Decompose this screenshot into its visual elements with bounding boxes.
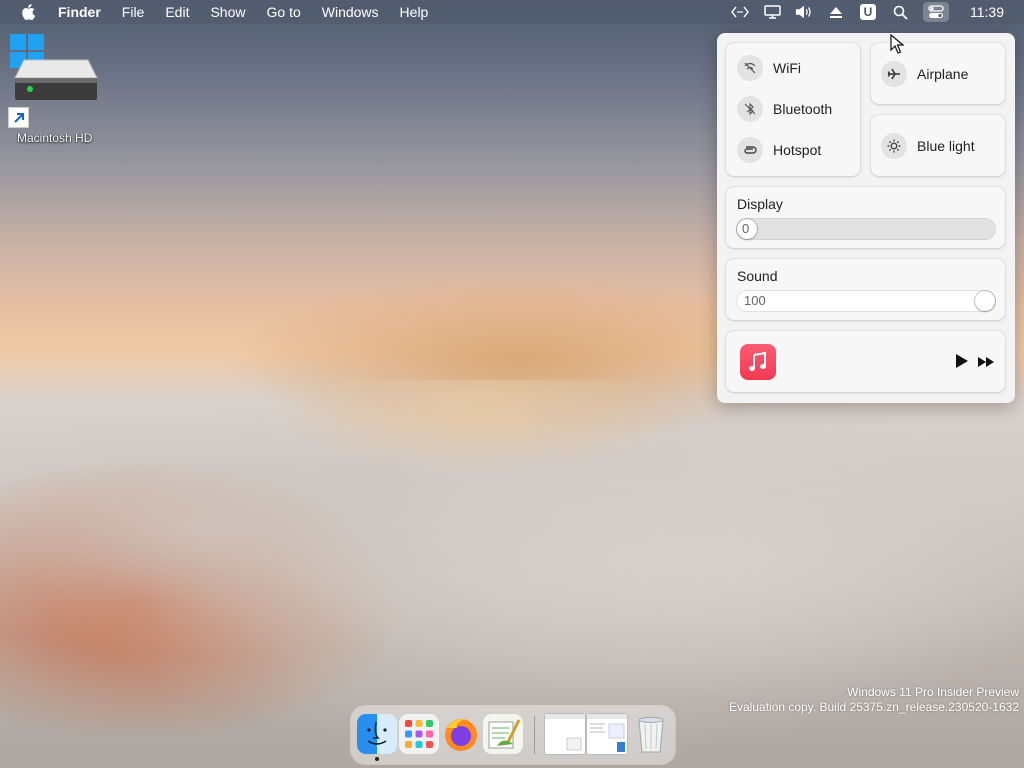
mouse-cursor-icon [890, 33, 905, 59]
u-icon[interactable]: U [859, 3, 877, 21]
hotspot-icon [737, 137, 763, 163]
text-editor-icon[interactable] [483, 714, 523, 754]
hotspot-toggle[interactable]: Hotspot [737, 137, 821, 163]
window-thumbnail-icon-2[interactable] [587, 714, 627, 754]
eject-icon[interactable] [827, 3, 845, 21]
apple-menu-icon[interactable] [21, 4, 37, 20]
menu-go-to[interactable]: Go to [267, 4, 301, 20]
search-icon[interactable] [891, 3, 909, 21]
next-track-button[interactable] [977, 355, 995, 373]
control-center-panel: WiFi Bluetooth Hotspot Airplane Blue lig… [717, 33, 1015, 403]
windows-watermark: Windows 11 Pro Insider Preview Evaluatio… [729, 685, 1019, 715]
u-badge: U [860, 4, 876, 20]
blue-light-label: Blue light [917, 138, 975, 154]
hard-drive-icon[interactable] [14, 58, 98, 102]
display-icon[interactable] [763, 3, 781, 21]
finder-icon[interactable] [357, 714, 397, 754]
hotspot-label: Hotspot [773, 142, 822, 158]
menu-help[interactable]: Help [400, 4, 429, 20]
airplane-icon [881, 61, 907, 87]
window-thumbnail-icon[interactable] [545, 714, 585, 754]
menu-file[interactable]: File [122, 4, 145, 20]
bluetooth-toggle[interactable]: Bluetooth [737, 96, 832, 122]
dock [351, 706, 675, 764]
sound-slider-thumb[interactable] [975, 291, 995, 311]
control-center-icon[interactable] [923, 2, 949, 22]
sound-title: Sound [737, 268, 778, 284]
play-button[interactable] [955, 353, 969, 374]
finder-running-dot [375, 757, 379, 761]
menu-edit[interactable]: Edit [165, 4, 189, 20]
display-title: Display [737, 196, 783, 212]
music-app-icon[interactable] [740, 344, 776, 380]
bluetooth-label: Bluetooth [773, 101, 833, 117]
display-value: 0 [742, 221, 750, 236]
menu-windows[interactable]: Windows [322, 4, 379, 20]
status-area: U 11:39 [724, 0, 1024, 24]
watermark-line-2: Evaluation copy. Build 25375.zn_release.… [729, 700, 1019, 714]
volume-icon[interactable] [795, 3, 813, 21]
bluetooth-off-icon [737, 96, 763, 122]
code-icon[interactable] [731, 3, 749, 21]
dock-separator [534, 716, 535, 754]
wifi-toggle[interactable]: WiFi [737, 55, 801, 81]
sun-icon [881, 133, 907, 159]
wifi-label: WiFi [773, 60, 801, 76]
menu-bar: Finder File Edit Show Go to Windows Help… [0, 0, 1024, 24]
desktop-icon-label[interactable]: Macintosh HD [17, 131, 92, 145]
trash-icon[interactable] [631, 714, 671, 754]
menu-app-name[interactable]: Finder [58, 4, 101, 20]
sound-volume-slider[interactable]: 100 [736, 290, 996, 312]
firefox-icon[interactable] [441, 714, 481, 754]
airplane-toggle[interactable]: Airplane [881, 61, 968, 87]
menu-show[interactable]: Show [210, 4, 245, 20]
display-brightness-slider[interactable]: 0 [736, 218, 996, 240]
watermark-line-1: Windows 11 Pro Insider Preview [847, 685, 1019, 699]
launchpad-icon[interactable] [399, 714, 439, 754]
menu-clock[interactable]: 11:39 [970, 4, 1004, 20]
airplane-label: Airplane [917, 66, 969, 82]
sound-value: 100 [744, 293, 766, 308]
shortcut-arrow-icon [8, 107, 29, 128]
wifi-off-icon [737, 55, 763, 81]
blue-light-toggle[interactable]: Blue light [881, 133, 975, 159]
